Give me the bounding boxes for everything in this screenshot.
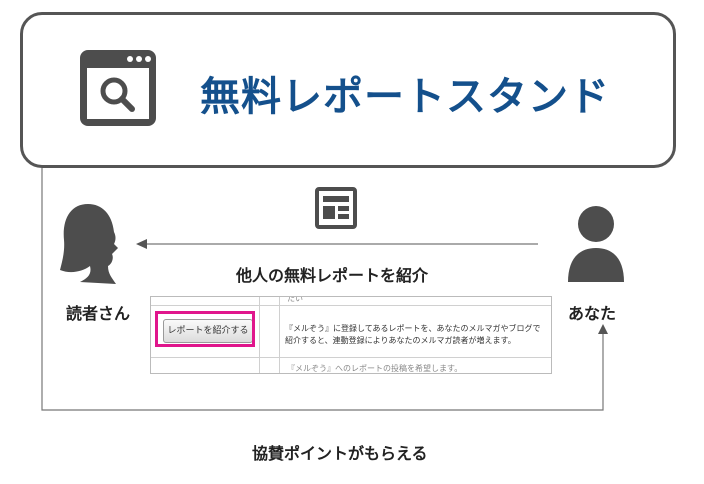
screenshot-column-divider <box>259 297 260 373</box>
button-highlight <box>155 311 255 347</box>
screenshot-column-divider-2 <box>279 297 280 373</box>
you-label: あなた <box>568 304 617 323</box>
introduce-label: 他人の無料レポートを紹介 <box>236 266 429 285</box>
points-label: 協賛ポイントがもらえる <box>252 444 428 463</box>
points-return-arrowhead <box>598 324 608 334</box>
report-document-icon <box>315 187 357 229</box>
screenshot-top-cell-text: たい <box>287 296 303 303</box>
screenshot-divider-bottom <box>151 357 551 358</box>
woman-silhouette-icon <box>60 204 118 284</box>
screenshot-divider-top <box>151 305 551 306</box>
person-silhouette-icon <box>568 206 624 282</box>
report-intro-screenshot: たい レポートを紹介する 『メルぞう』に登録してあるレポートを、あなたのメルマガ… <box>150 296 552 374</box>
screenshot-bottom-cell-text: 『メルぞう』へのレポートの投稿を希望します。 <box>287 364 463 373</box>
introduce-arrowhead <box>136 239 147 249</box>
page-title: 無料レポートスタンド <box>200 74 610 120</box>
reader-label: 読者さん <box>66 304 131 323</box>
browser-search-icon <box>80 50 156 126</box>
screenshot-description: 『メルぞう』に登録してあるレポートを、あなたのメルマガやブログで紹介すると、連動… <box>285 324 541 345</box>
